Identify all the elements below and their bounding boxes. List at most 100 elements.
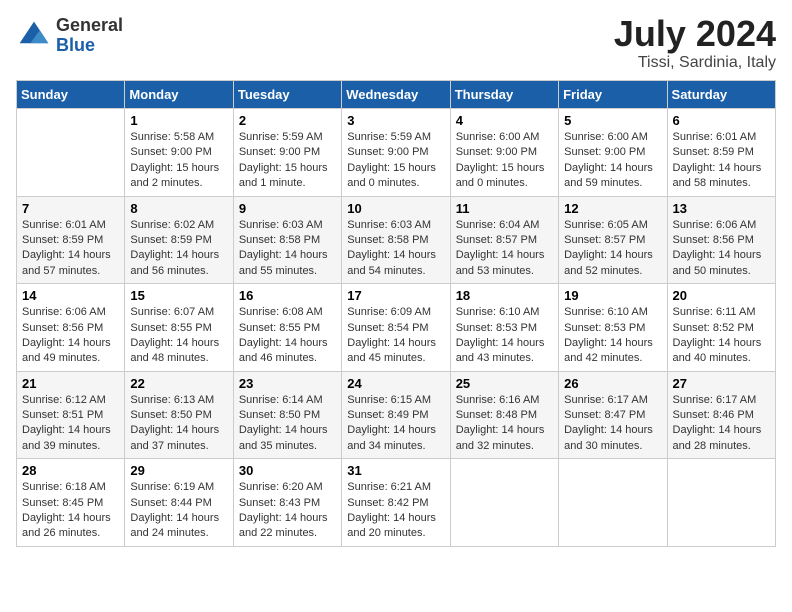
info-line: Sunrise: 6:08 AM [239, 305, 336, 320]
calendar-cell: 10Sunrise: 6:03 AMSunset: 8:58 PMDayligh… [342, 196, 450, 284]
info-line: Sunset: 8:46 PM [673, 408, 770, 423]
day-info: Sunrise: 5:59 AMSunset: 9:00 PMDaylight:… [347, 130, 444, 192]
info-line: and 37 minutes. [130, 439, 227, 454]
info-line: Sunrise: 6:10 AM [456, 305, 553, 320]
day-info: Sunrise: 6:06 AMSunset: 8:56 PMDaylight:… [673, 218, 770, 280]
info-line: and 52 minutes. [564, 264, 661, 279]
day-info: Sunrise: 6:10 AMSunset: 8:53 PMDaylight:… [564, 305, 661, 367]
calendar-cell: 20 Sunrise: 6:11 AMSunset: 8:52 PMDayligh… [667, 284, 775, 372]
info-line: Sunrise: 6:17 AM [564, 393, 661, 408]
info-line: Sunrise: 6:14 AM [239, 393, 336, 408]
info-line: and 59 minutes. [564, 176, 661, 191]
calendar-cell: 9Sunrise: 6:03 AMSunset: 8:58 PMDaylight… [233, 196, 341, 284]
day-number: 4 [456, 113, 553, 128]
info-line: Daylight: 14 hours [239, 511, 336, 526]
info-line: Daylight: 14 hours [347, 423, 444, 438]
calendar-cell: 21Sunrise: 6:12 AMSunset: 8:51 PMDayligh… [17, 371, 125, 459]
day-info: Sunrise: 6:08 AMSunset: 8:55 PMDaylight:… [239, 305, 336, 367]
info-line: Sunset: 8:51 PM [22, 408, 119, 423]
info-line: and 34 minutes. [347, 439, 444, 454]
info-line: Sunset: 9:00 PM [130, 145, 227, 160]
day-number: 9 [239, 201, 336, 216]
logo-blue: Blue [56, 36, 123, 56]
calendar-cell: 5Sunrise: 6:00 AMSunset: 9:00 PMDaylight… [559, 109, 667, 197]
info-line: Daylight: 14 hours [564, 248, 661, 263]
info-line: Daylight: 14 hours [673, 161, 770, 176]
info-line: and 2 minutes. [130, 176, 227, 191]
calendar-cell: 12Sunrise: 6:05 AMSunset: 8:57 PMDayligh… [559, 196, 667, 284]
day-info: Sunrise: 6:15 AMSunset: 8:49 PMDaylight:… [347, 393, 444, 455]
day-info: Sunrise: 5:59 AMSunset: 9:00 PMDaylight:… [239, 130, 336, 192]
calendar-cell: 3 Sunrise: 5:59 AMSunset: 9:00 PMDaylight… [342, 109, 450, 197]
day-number: 6 [673, 113, 770, 128]
info-line: Sunrise: 5:59 AM [239, 130, 336, 145]
info-line: Daylight: 14 hours [673, 248, 770, 263]
calendar-cell: 14Sunrise: 6:06 AMSunset: 8:56 PMDayligh… [17, 284, 125, 372]
info-line: Sunset: 9:00 PM [456, 145, 553, 160]
day-number: 20 [673, 288, 770, 303]
info-line: Daylight: 14 hours [456, 423, 553, 438]
calendar-cell: 28Sunrise: 6:18 AMSunset: 8:45 PMDayligh… [17, 459, 125, 547]
info-line: Daylight: 14 hours [673, 423, 770, 438]
info-line: and 53 minutes. [456, 264, 553, 279]
info-line: Daylight: 14 hours [239, 423, 336, 438]
day-number: 17 [347, 288, 444, 303]
info-line: Sunset: 8:56 PM [22, 321, 119, 336]
day-info: Sunrise: 6:11 AMSunset: 8:52 PMDaylight:… [673, 305, 770, 367]
info-line: and 30 minutes. [564, 439, 661, 454]
calendar-cell: 4Sunrise: 6:00 AMSunset: 9:00 PMDaylight… [450, 109, 558, 197]
info-line: and 0 minutes. [347, 176, 444, 191]
day-number: 27 [673, 376, 770, 391]
day-info: Sunrise: 6:06 AMSunset: 8:56 PMDaylight:… [22, 305, 119, 367]
info-line: Daylight: 14 hours [130, 248, 227, 263]
info-line: Daylight: 14 hours [456, 248, 553, 263]
info-line: Sunrise: 6:12 AM [22, 393, 119, 408]
info-line: Sunset: 8:50 PM [239, 408, 336, 423]
info-line: Sunrise: 6:00 AM [456, 130, 553, 145]
day-number: 22 [130, 376, 227, 391]
info-line: and 57 minutes. [22, 264, 119, 279]
info-line: Sunset: 8:56 PM [673, 233, 770, 248]
info-line: Daylight: 14 hours [456, 336, 553, 351]
info-line: Sunset: 8:57 PM [456, 233, 553, 248]
week-row-2: 7Sunrise: 6:01 AMSunset: 8:59 PMDaylight… [17, 196, 776, 284]
info-line: Sunrise: 6:06 AM [673, 218, 770, 233]
day-number: 31 [347, 463, 444, 478]
info-line: Daylight: 14 hours [239, 336, 336, 351]
info-line: and 42 minutes. [564, 351, 661, 366]
info-line: Sunrise: 6:15 AM [347, 393, 444, 408]
info-line: Sunrise: 6:09 AM [347, 305, 444, 320]
info-line: Daylight: 14 hours [130, 336, 227, 351]
day-info: Sunrise: 6:17 AMSunset: 8:46 PMDaylight:… [673, 393, 770, 455]
day-number: 12 [564, 201, 661, 216]
location-subtitle: Tissi, Sardinia, Italy [614, 54, 776, 72]
info-line: and 20 minutes. [347, 526, 444, 541]
info-line: Sunset: 8:55 PM [130, 321, 227, 336]
info-line: and 50 minutes. [673, 264, 770, 279]
info-line: Daylight: 14 hours [347, 336, 444, 351]
info-line: Sunrise: 6:07 AM [130, 305, 227, 320]
calendar-cell: 23 Sunrise: 6:14 AMSunset: 8:50 PMDayligh… [233, 371, 341, 459]
calendar-cell: 22Sunrise: 6:13 AMSunset: 8:50 PMDayligh… [125, 371, 233, 459]
calendar-table: SundayMondayTuesdayWednesdayThursdayFrid… [16, 80, 776, 547]
day-number: 2 [239, 113, 336, 128]
day-number: 24 [347, 376, 444, 391]
day-number: 23 [239, 376, 336, 391]
info-line: Sunset: 8:59 PM [130, 233, 227, 248]
info-line: Sunset: 8:43 PM [239, 496, 336, 511]
info-line: Sunrise: 6:21 AM [347, 480, 444, 495]
info-line: Sunrise: 6:05 AM [564, 218, 661, 233]
info-line: Sunset: 8:58 PM [239, 233, 336, 248]
day-number: 3 [347, 113, 444, 128]
month-year-title: July 2024 [614, 16, 776, 52]
info-line: Daylight: 14 hours [22, 248, 119, 263]
day-number: 7 [22, 201, 119, 216]
info-line: Daylight: 14 hours [564, 423, 661, 438]
header-row: SundayMondayTuesdayWednesdayThursdayFrid… [17, 81, 776, 109]
calendar-cell: 1Sunrise: 5:58 AMSunset: 9:00 PMDaylight… [125, 109, 233, 197]
info-line: Sunrise: 6:04 AM [456, 218, 553, 233]
info-line: and 0 minutes. [456, 176, 553, 191]
day-info: Sunrise: 6:21 AMSunset: 8:42 PMDaylight:… [347, 480, 444, 542]
info-line: Sunset: 8:52 PM [673, 321, 770, 336]
info-line: Sunset: 9:00 PM [239, 145, 336, 160]
